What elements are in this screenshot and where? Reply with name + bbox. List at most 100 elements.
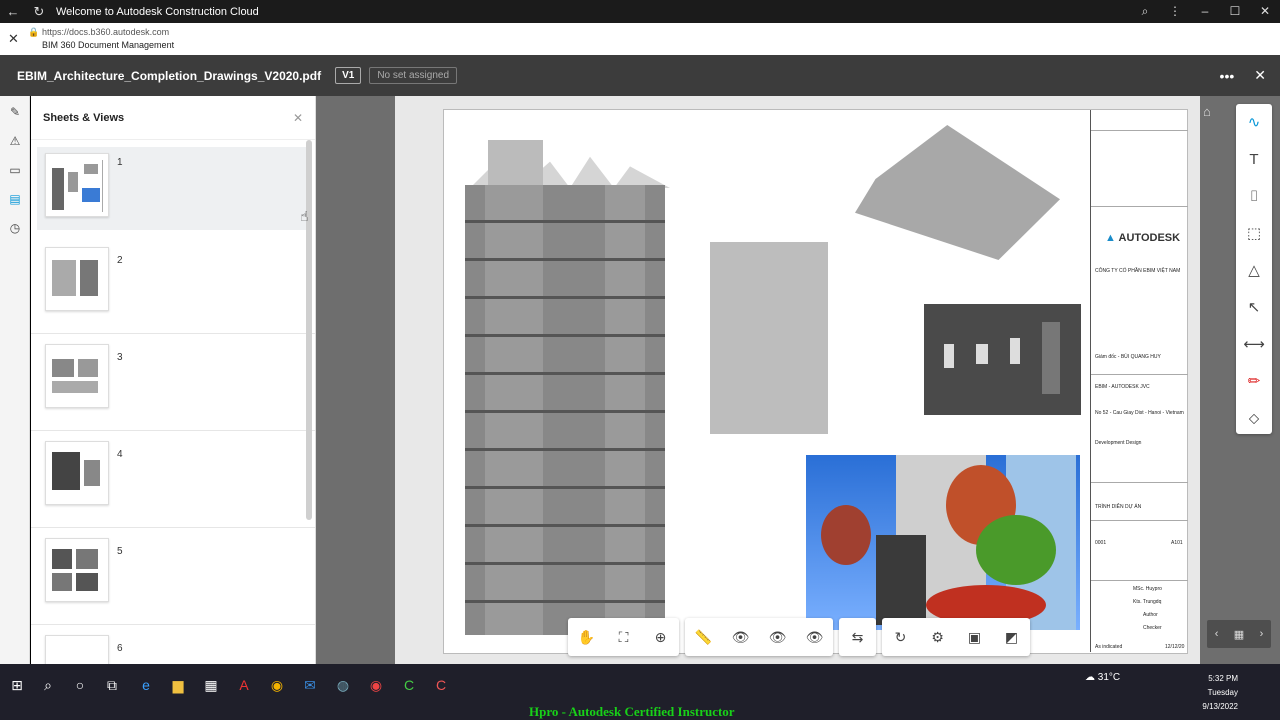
project-no: 0001 — [1095, 540, 1107, 546]
sheet-thumbnail — [45, 635, 109, 664]
rfi-icon[interactable]: ▭ — [0, 163, 30, 183]
history-icon[interactable]: ◷ — [0, 221, 30, 241]
menu-icon[interactable]: ⋮ — [1160, 4, 1190, 19]
sheet-item-3[interactable]: 3 — [31, 334, 315, 431]
more-options-icon[interactable]: ••• — [1220, 68, 1235, 84]
issues-icon[interactable]: ⚠ — [0, 134, 30, 154]
file-explorer-icon[interactable]: ▆ — [163, 670, 193, 700]
camtasia-icon[interactable]: C — [394, 670, 424, 700]
designer-name: Kts. Trungdq — [1133, 599, 1162, 605]
building-elevation-drawing — [465, 185, 665, 635]
sheet-thumbnail — [45, 247, 109, 311]
sheet-thumbnail — [45, 153, 109, 217]
file-name: EBIM_Architecture_Completion_Drawings_V2… — [17, 68, 322, 83]
close-viewer-icon[interactable]: ✕ — [1254, 67, 1266, 84]
fullscreen-icon[interactable]: ◩ — [993, 618, 1030, 656]
page-navigator: ‹ ▦ › — [1207, 620, 1271, 648]
owner-name: MSc. Huypro — [1133, 586, 1162, 592]
prev-page-icon[interactable]: ‹ — [1215, 628, 1219, 640]
next-page-icon[interactable]: › — [1260, 628, 1264, 640]
edge-icon[interactable]: e — [131, 670, 161, 700]
dimension-icon[interactable]: ⟷ — [1236, 326, 1272, 363]
url-text[interactable]: https://docs.b360.autodesk.com — [42, 27, 169, 37]
sheet-number: 3 — [117, 352, 123, 363]
callout-icon[interactable]: ⌷ — [1236, 178, 1272, 215]
sheet-thumbnail — [45, 441, 109, 505]
search-icon[interactable]: ⌕ — [33, 670, 63, 700]
title-block: ▲ AUTODESK CÔNG TY CỔ PHẦN EBIM VIỆT NAM… — [1090, 110, 1188, 652]
sheet-item-2[interactable]: 2 — [31, 237, 315, 334]
markup-icon[interactable]: ✎ — [0, 105, 30, 125]
chrome-icon[interactable]: ◉ — [262, 670, 292, 700]
sheet-number: 5 — [117, 546, 123, 557]
sheet-date: 12/12/20 — [1165, 644, 1185, 650]
refresh-icon[interactable]: ↻ — [26, 4, 52, 20]
close-panel-icon[interactable]: ✕ — [293, 111, 303, 125]
sheet-thumbnail — [45, 538, 109, 602]
calculator-icon[interactable]: ▦ — [196, 670, 226, 700]
sheet-item-1[interactable]: 1 — [37, 147, 309, 230]
version-badge[interactable]: V1 — [335, 67, 362, 84]
chrome-alt-icon[interactable]: ◉ — [361, 670, 391, 700]
sheets-panel-title: Sheets & Views — [43, 111, 125, 124]
grid-view-icon[interactable]: ▦ — [1234, 628, 1244, 641]
project-name: EBIM - AUTODESK JVC — [1095, 384, 1150, 390]
browser-app-icon[interactable]: ◍ — [328, 670, 358, 700]
close-tab-icon[interactable]: ✕ — [8, 31, 19, 47]
pan-icon[interactable]: ✋ — [568, 618, 605, 656]
zoom-icon[interactable]: ⌕ — [1130, 4, 1160, 19]
sheets-panel-header: Sheets & Views ✕ — [31, 96, 315, 140]
rfi-visibility-icon[interactable]: 👁 — [796, 618, 833, 656]
rotate-icon[interactable]: ↻ — [882, 618, 919, 656]
windows-start-icon[interactable]: ⊞ — [2, 670, 32, 700]
back-icon[interactable]: ← — [0, 4, 26, 19]
sheets-scrollbar[interactable] — [306, 140, 312, 520]
minimize-icon[interactable]: – — [1190, 4, 1220, 19]
sheet-item-4[interactable]: 4 — [31, 431, 315, 528]
sheet-thumbnail — [45, 344, 109, 408]
author-name: Author — [1143, 612, 1158, 618]
markup-visibility-icon[interactable]: 👁 — [722, 618, 759, 656]
address-bar: ✕ 🔒 https://docs.b360.autodesk.com BIM 3… — [0, 23, 1280, 55]
arrow-icon[interactable]: ↖ — [1236, 289, 1272, 326]
viewer-header: EBIM_Architecture_Completion_Drawings_V2… — [0, 55, 1280, 96]
polygon-icon[interactable]: △ — [1236, 252, 1272, 289]
mail-icon[interactable]: ✉ — [295, 670, 325, 700]
scale: As indicated — [1095, 644, 1123, 650]
system-clock[interactable]: 5:32 PM Tuesday 9/13/2022 — [1200, 672, 1238, 714]
freehand-icon[interactable]: ∿ — [1236, 104, 1272, 141]
home-view-icon[interactable]: ⌂ — [1203, 104, 1211, 119]
fit-view-icon[interactable]: ⛶ — [605, 618, 642, 656]
director-name: Giám đốc - BÙI QUANG HUY — [1095, 354, 1161, 360]
cortana-icon[interactable]: ○ — [65, 670, 95, 700]
compare-icon[interactable]: ⇆ — [839, 618, 876, 656]
settings-icon[interactable]: ⚙ — [919, 618, 956, 656]
markup-toolbar: ∿ T ⌷ ⬚ △ ↖ ⟷ ✏ ⬦ — [1236, 104, 1272, 434]
viewer-toolbar: ✋ ⛶ ⊕ 📏 👁 👁 👁 ⇆ ↻ ⚙ ▣ ◩ — [568, 618, 1030, 656]
sheet-number: 4 — [117, 449, 123, 460]
bathroom-render-image — [924, 304, 1081, 415]
sheet-number: 6 — [117, 643, 123, 654]
acrobat-icon[interactable]: A — [229, 670, 259, 700]
sheet-title: TRÌNH DIỄN DỰ ÁN — [1095, 504, 1142, 510]
weather-widget[interactable]: ☁ 31°C — [1085, 672, 1120, 683]
project-phase: Development Design — [1095, 440, 1142, 446]
text-icon[interactable]: T — [1236, 141, 1272, 178]
rectangle-icon[interactable]: ⬚ — [1236, 215, 1272, 252]
sheet-item-6[interactable]: 6 — [31, 625, 315, 664]
pen-color-icon[interactable]: ✏ — [1236, 363, 1272, 400]
measure-icon[interactable]: 📏 — [685, 618, 722, 656]
zoom-window-icon[interactable]: ⊕ — [642, 618, 679, 656]
issues-visibility-icon[interactable]: 👁 — [759, 618, 796, 656]
recorder-icon[interactable]: C — [426, 670, 456, 700]
task-view-icon[interactable]: ⧉ — [97, 670, 127, 700]
sheet-item-5[interactable]: 5 — [31, 528, 315, 625]
fill-icon[interactable]: ⬦ — [1236, 400, 1272, 437]
close-window-icon[interactable]: ✕ — [1250, 4, 1280, 19]
roof-tower-drawing — [488, 140, 543, 185]
maximize-icon[interactable]: ☐ — [1220, 4, 1250, 19]
properties-icon[interactable]: ▣ — [956, 618, 993, 656]
sheets-icon[interactable]: ▤ — [0, 192, 30, 212]
lock-icon: 🔒 — [28, 27, 40, 37]
set-badge[interactable]: No set assigned — [369, 67, 458, 84]
